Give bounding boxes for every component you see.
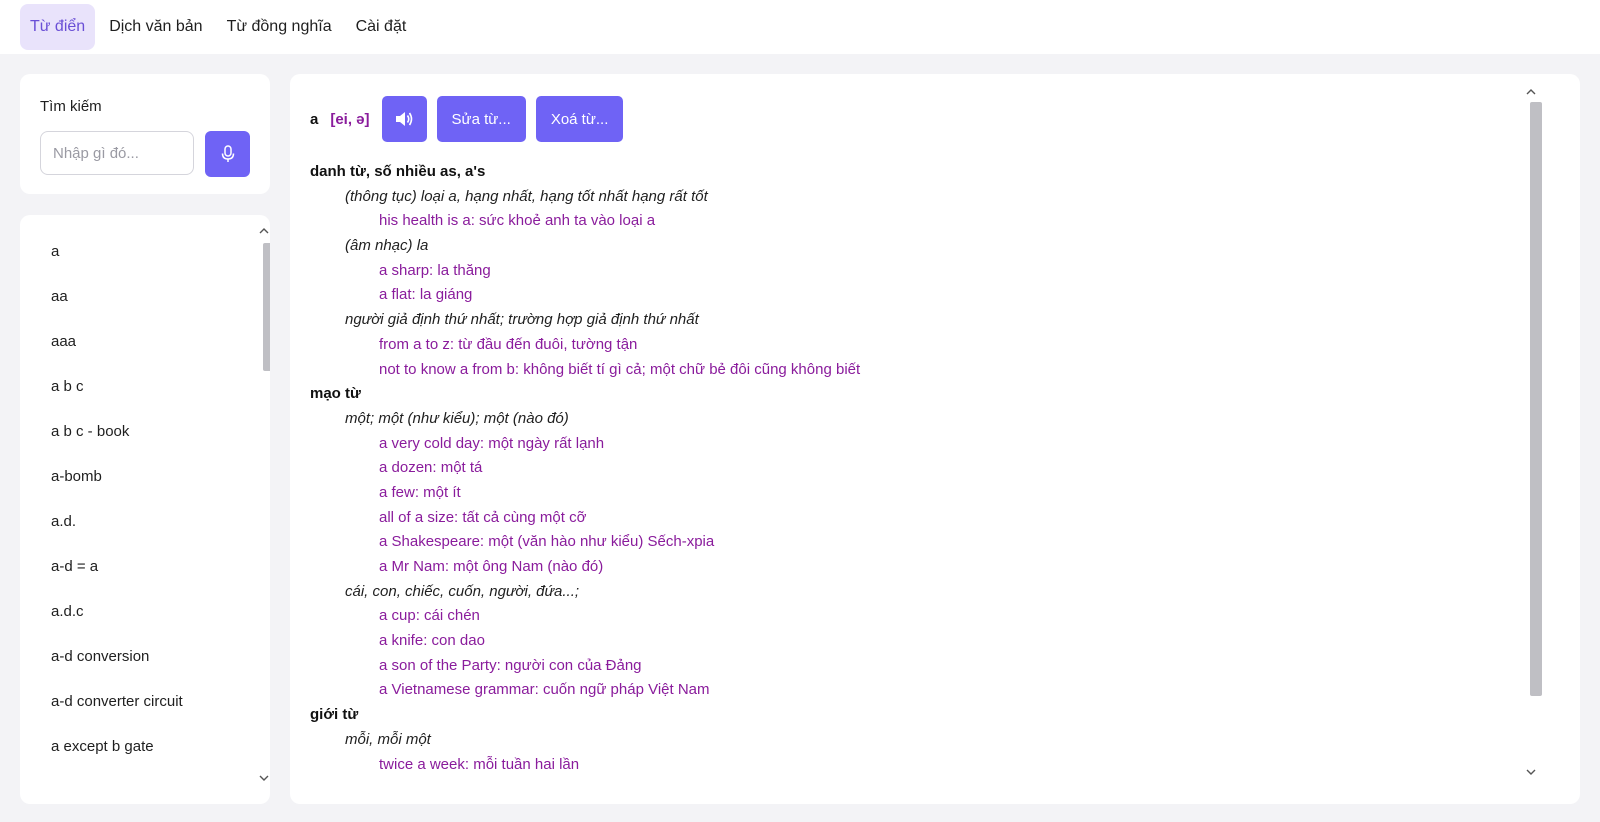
example-line: a flat: la giáng (379, 286, 473, 304)
example-line: a Vietnamese grammar: cuốn ngữ pháp Việt… (379, 681, 710, 699)
headword-row: a [ei, ə] Sửa từ... Xoá từ... (310, 96, 633, 142)
example-line: a Shakespeare: một (văn hào như kiểu) Sế… (379, 533, 715, 551)
phonetic: [ei, ə] (330, 110, 370, 128)
word-list-scrollbar-thumb[interactable] (263, 243, 270, 371)
list-item[interactable]: a (20, 229, 240, 274)
tab-synonyms[interactable]: Từ đồng nghĩa (217, 4, 342, 50)
pronounce-button[interactable] (381, 96, 427, 142)
definition-panel: a [ei, ə] Sửa từ... Xoá từ... danh từ, s… (290, 74, 1580, 804)
definition-content: danh từ, số nhiều as, a's (thông tục) loạ… (310, 160, 1510, 777)
list-item[interactable]: a-d conversion (20, 634, 240, 679)
list-item[interactable]: aaa (20, 319, 240, 364)
scroll-up-arrow-icon[interactable] (1525, 86, 1537, 98)
part-of-speech: giới từ (310, 706, 359, 724)
word-list-panel: a aa aaa a b c a b c - book a-bomb a.d. … (20, 215, 270, 804)
example-line: a dozen: một tá (379, 459, 483, 477)
tab-settings[interactable]: Cài đặt (346, 4, 417, 50)
meaning-line: (âm nhạc) la (345, 237, 429, 255)
search-panel: Tìm kiếm (20, 74, 270, 194)
example-line: a knife: con dao (379, 632, 485, 650)
part-of-speech: danh từ, số nhiều as, a's (310, 163, 486, 180)
example-line: from a to z: từ đầu đến đuôi, tường tận (379, 335, 638, 353)
tab-dictionary[interactable]: Từ điển (20, 4, 96, 50)
part-of-speech: mạo từ (310, 385, 361, 403)
list-item[interactable]: a.d.c (20, 589, 240, 634)
example-line: a son of the Party: người con của Đảng (379, 656, 642, 674)
list-item[interactable]: aa (20, 274, 240, 319)
search-input[interactable] (40, 131, 194, 175)
example-line: a cup: cái chén (379, 607, 480, 625)
microphone-icon (221, 145, 234, 162)
list-item[interactable]: a.d. (20, 499, 240, 544)
scroll-down-arrow-icon[interactable] (1525, 766, 1537, 778)
scroll-up-arrow-icon[interactable] (258, 225, 270, 237)
example-line: a very cold day: một ngày rất lạnh (379, 434, 605, 452)
list-item[interactable]: a b c - book (20, 409, 240, 454)
example-line: twice a week: mỗi tuần hai lần (379, 755, 580, 773)
tab-translate-text[interactable]: Dịch văn bản (99, 4, 212, 50)
list-item[interactable]: a-bomb (20, 454, 240, 499)
definition-scrollbar-thumb[interactable] (1530, 102, 1542, 696)
meaning-line: (thông tục) loại a, hạng nhất, hạng tốt … (345, 187, 708, 205)
microphone-button[interactable] (205, 131, 250, 177)
meaning-line: một; một (như kiểu); một (nào đó) (345, 409, 569, 427)
scroll-down-arrow-icon[interactable] (258, 772, 270, 784)
meaning-line: cái, con, chiếc, cuốn, người, đứa...; (345, 582, 580, 600)
edit-word-button[interactable]: Sửa từ... (436, 96, 526, 142)
example-line: a Mr Nam: một ông Nam (nào đó) (379, 558, 604, 575)
headword: a (310, 110, 319, 128)
delete-word-button[interactable]: Xoá từ... (535, 96, 624, 142)
example-line: a few: một ít (379, 483, 461, 501)
meaning-line: mỗi, mỗi một (345, 730, 431, 748)
list-item[interactable]: a b c (20, 364, 240, 409)
example-line: all of a size: tất cả cùng một cỡ (379, 508, 587, 526)
word-list[interactable]: a aa aaa a b c a b c - book a-bomb a.d. … (20, 229, 240, 799)
example-line: a sharp: la thăng (379, 261, 491, 279)
search-label: Tìm kiếm (40, 98, 102, 115)
list-item[interactable]: a-d converter circuit (20, 679, 240, 724)
top-nav: Từ điển Dịch văn bản Từ đồng nghĩa Cài đ… (0, 0, 1600, 54)
list-item[interactable]: a except b gate (20, 724, 240, 769)
example-line: his health is a: sức khoẻ anh ta vào loạ… (379, 212, 656, 230)
list-item[interactable]: a-d = a (20, 544, 240, 589)
meaning-line: người giả định thứ nhất; trường hợp giả … (345, 311, 699, 329)
speaker-icon (396, 112, 413, 126)
example-line: not to know a from b: không biết tí gì c… (379, 360, 861, 378)
